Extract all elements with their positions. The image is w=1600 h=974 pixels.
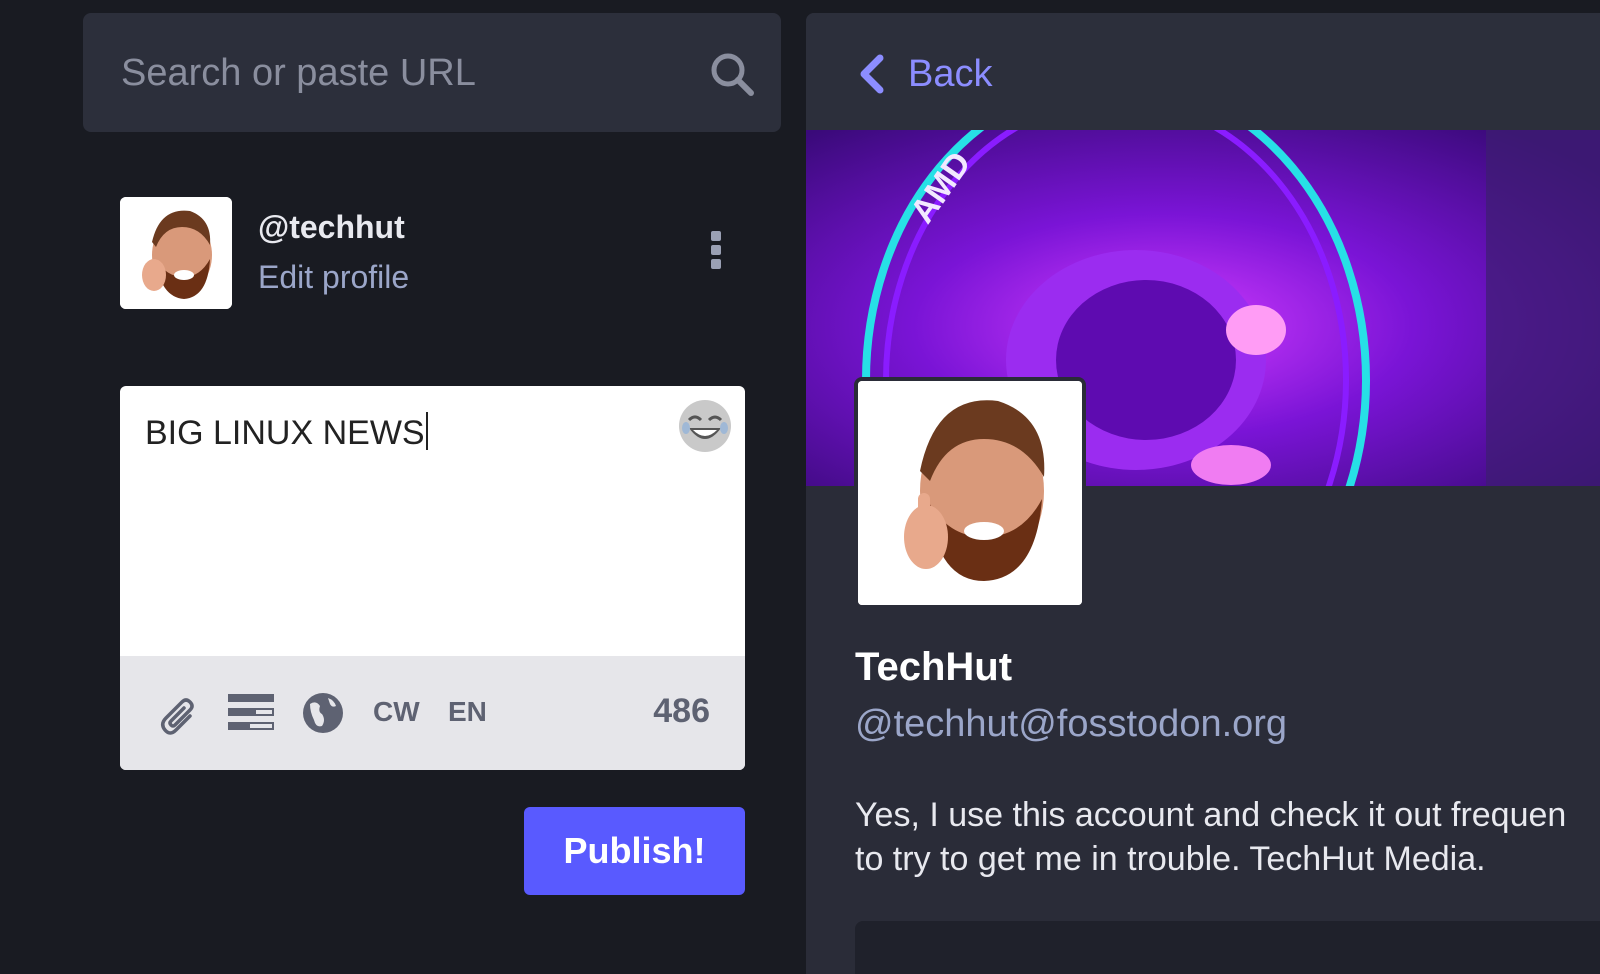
- poll-icon[interactable]: [228, 694, 274, 732]
- profile-display-name: TechHut: [855, 645, 1013, 689]
- language-button[interactable]: EN: [448, 696, 487, 728]
- profile-avatar[interactable]: [854, 377, 1086, 609]
- avatar[interactable]: [120, 197, 232, 309]
- publish-button[interactable]: Publish!: [524, 807, 745, 895]
- search-icon[interactable]: [709, 51, 755, 97]
- profile-bio: Yes, I use this account and check it out…: [855, 793, 1600, 881]
- profile-account-handle: @techhut@fosstodon.org: [855, 703, 1288, 745]
- bio-line: Yes, I use this account and check it out…: [855, 796, 1567, 834]
- account-handle: @techhut: [258, 209, 405, 245]
- column-header: Back: [806, 13, 1600, 130]
- back-button[interactable]: Back: [856, 49, 992, 99]
- compose-box[interactable]: BIG LINUX NEWS CW EN 486: [120, 386, 745, 770]
- back-label: Back: [908, 52, 993, 95]
- paperclip-icon[interactable]: [160, 692, 200, 736]
- account-header: @techhut Edit profile: [120, 197, 760, 309]
- edit-profile-link[interactable]: Edit profile: [258, 259, 409, 296]
- globe-icon[interactable]: [302, 692, 344, 734]
- search-input[interactable]: [119, 41, 703, 105]
- more-options-icon[interactable]: [704, 231, 728, 275]
- text-caret: [425, 412, 428, 450]
- search-bar[interactable]: [83, 13, 781, 132]
- compose-textarea[interactable]: BIG LINUX NEWS: [145, 412, 428, 453]
- character-counter: 486: [653, 692, 710, 730]
- laughing-emoji-icon[interactable]: [677, 398, 733, 454]
- content-warning-button[interactable]: CW: [373, 696, 420, 728]
- chevron-left-icon: [860, 54, 884, 94]
- profile-column: Back AMD TechHut @techhut@fosstodon.org …: [806, 13, 1600, 974]
- compose-toolbar: CW EN 486: [120, 656, 745, 770]
- profile-fields-card: [855, 921, 1600, 974]
- bio-line: to try to get me in trouble. TechHut Med…: [855, 840, 1486, 878]
- compose-text: BIG LINUX NEWS: [145, 414, 425, 452]
